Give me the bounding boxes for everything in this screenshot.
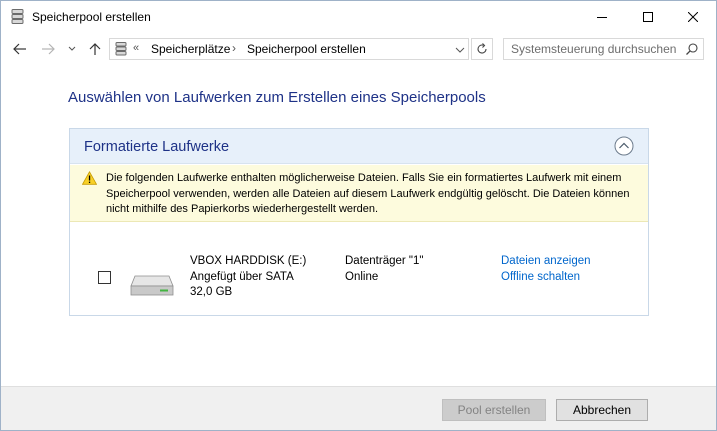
take-offline-link[interactable]: Offline schalten [501,270,591,286]
create-pool-button[interactable]: Pool erstellen [442,399,546,421]
navigation-bar: « Speicherplätze › Speicherpool erstelle… [1,33,716,65]
address-bar[interactable]: « Speicherplätze › Speicherpool erstelle… [109,38,469,60]
minimize-button[interactable] [579,1,625,32]
search-icon[interactable] [685,42,699,56]
disk-number: Datenträger "1" [345,255,424,267]
view-files-link[interactable]: Dateien anzeigen [501,254,591,270]
search-placeholder: Systemsteuerung durchsuchen [511,42,677,56]
drive-size: 32,0 GB [190,286,233,298]
breadcrumb-create-pool[interactable]: Speicherpool erstellen [247,42,366,56]
drive-checkbox[interactable] [98,271,111,284]
storage-pool-icon [11,9,24,24]
breadcrumb-storage-spaces[interactable]: Speicherplätze [151,42,230,56]
group-title: Formatierte Laufwerke [84,139,230,155]
page-title: Auswählen von Laufwerken zum Erstellen e… [68,89,486,106]
close-button[interactable] [670,1,716,32]
group-header[interactable]: Formatierte Laufwerke [70,129,648,164]
arrow-left-icon [13,43,26,55]
refresh-button[interactable] [471,38,493,60]
drive-row: VBOX HARDDISK (E:) Angefügt über SATA 32… [70,223,648,315]
title-bar: Speicherpool erstellen [1,1,716,32]
disk-details: Datenträger "1" Online [345,254,423,285]
dialog-footer: Pool erstellen Abbrechen [1,386,716,430]
forward-button[interactable] [37,37,59,61]
chevron-down-icon[interactable] [454,44,466,56]
disk-status: Online [345,270,379,283]
window-title: Speicherpool erstellen [32,10,151,24]
drive-actions: Dateien anzeigen Offline schalten [501,254,591,285]
drive-details: VBOX HARDDISK (E:) Angefügt über SATA 32… [190,254,306,301]
arrow-up-icon [89,43,101,55]
hard-drive-icon [130,275,174,296]
storage-pool-icon [115,42,127,56]
breadcrumb-separator[interactable]: › [232,41,236,55]
storage-pool-window: Speicherpool erstellen « Speicherplätze … [0,0,717,431]
refresh-icon [477,43,487,54]
back-button[interactable] [9,37,31,61]
warning-icon [82,171,97,185]
formatted-drives-group: Formatierte Laufwerke Die folgenden Lauf… [69,128,649,316]
close-icon [688,11,698,22]
minimize-icon [597,16,607,18]
search-box[interactable]: Systemsteuerung durchsuchen [503,38,704,60]
arrow-right-icon [42,43,55,55]
chevron-down-icon [68,46,76,51]
warning-banner: Die folgenden Laufwerke enthalten möglic… [70,165,648,222]
warning-text: Die folgenden Laufwerke enthalten möglic… [106,172,630,215]
maximize-icon [643,11,653,22]
recent-locations-button[interactable] [65,37,79,61]
up-button[interactable] [85,37,105,61]
drive-connection: Angefügt über SATA [190,270,294,283]
breadcrumb-overflow[interactable]: « [133,42,139,54]
cancel-button[interactable]: Abbrechen [556,399,648,421]
chevron-up-circle-icon[interactable] [614,136,634,156]
maximize-button[interactable] [625,1,671,32]
drive-name: VBOX HARDDISK (E:) [190,255,307,267]
